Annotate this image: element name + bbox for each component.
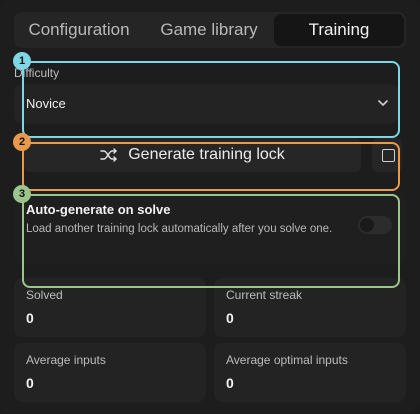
chevron-down-icon <box>378 100 388 106</box>
training-panel: Configuration Game library Training Diff… <box>0 0 420 414</box>
square-button[interactable] <box>372 138 402 172</box>
difficulty-value: Novice <box>26 96 66 111</box>
square-icon <box>382 149 395 162</box>
stat-card-solved: Solved 0 <box>14 278 206 337</box>
generate-button-label: Generate training lock <box>128 146 285 163</box>
stat-card-current-streak: Current streak 0 <box>214 278 406 337</box>
tab-training[interactable]: Training <box>274 14 404 46</box>
stat-label: Solved <box>26 288 63 302</box>
auto-generate-card: Auto-generate on solve Load another trai… <box>14 190 406 264</box>
stat-value: 0 <box>26 310 34 326</box>
tab-game-library[interactable]: Game library <box>144 14 274 46</box>
shuffle-icon <box>100 148 117 162</box>
stat-card-average-inputs: Average inputs 0 <box>14 343 206 402</box>
tab-configuration[interactable]: Configuration <box>14 14 144 46</box>
tab-bar: Configuration Game library Training <box>14 12 406 48</box>
callout-badge-3: 3 <box>13 185 31 203</box>
callout-badge-1: 1 <box>13 52 31 70</box>
auto-generate-title: Auto-generate on solve <box>26 202 171 217</box>
stat-label: Average inputs <box>26 353 106 367</box>
difficulty-select[interactable]: Novice <box>14 84 398 124</box>
callout-badge-2: 2 <box>13 133 31 151</box>
stat-label: Current streak <box>226 288 303 302</box>
stat-value: 0 <box>226 375 234 391</box>
generate-training-lock-button[interactable]: Generate training lock <box>24 138 361 172</box>
stat-value: 0 <box>226 310 234 326</box>
auto-generate-toggle[interactable] <box>358 216 392 234</box>
auto-generate-description: Load another training lock automatically… <box>26 223 333 235</box>
stat-label: Average optimal inputs <box>226 353 348 367</box>
toggle-knob <box>360 218 374 232</box>
stat-value: 0 <box>26 375 34 391</box>
stat-card-average-optimal-inputs: Average optimal inputs 0 <box>214 343 406 402</box>
